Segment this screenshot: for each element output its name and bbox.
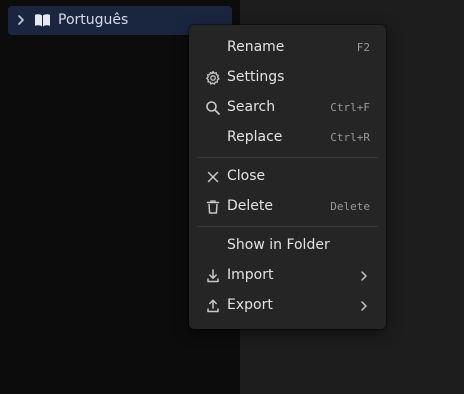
trash-icon [206, 200, 220, 214]
menu-item-label: Show in Folder [227, 237, 330, 253]
shortcut-label: Ctrl+F [330, 101, 370, 114]
gear-icon [206, 70, 220, 85]
menu-item-delete[interactable]: Delete Delete [193, 192, 382, 221]
menu-item-label: Search [227, 99, 276, 115]
menu-item-label: Export [227, 297, 273, 313]
tree-item-label: Português [58, 12, 129, 28]
menu-item-close[interactable]: Close [193, 162, 382, 191]
menu-item-label: Settings [227, 69, 285, 85]
menu-separator [197, 226, 378, 227]
app-window: Português Rename F2 Settings Search Ctrl… [0, 0, 464, 394]
menu-item-replace[interactable]: Replace Ctrl+R [193, 123, 382, 152]
menu-item-label: Close [227, 168, 266, 184]
chevron-right-icon [361, 301, 367, 311]
menu-item-settings[interactable]: Settings [193, 63, 382, 92]
menu-item-label: Rename [227, 39, 285, 55]
export-icon [207, 299, 219, 313]
book-open-icon [35, 14, 50, 27]
context-menu: Rename F2 Settings Search Ctrl+F Replace… [189, 25, 386, 329]
import-icon [207, 269, 219, 283]
menu-item-label: Delete [227, 198, 273, 214]
menu-item-rename[interactable]: Rename F2 [193, 33, 382, 62]
search-icon [206, 101, 220, 115]
menu-item-label: Replace [227, 129, 283, 145]
shortcut-label: Ctrl+R [330, 131, 370, 144]
chevron-right-icon [361, 271, 367, 281]
close-icon [207, 171, 219, 183]
menu-item-export[interactable]: Export [193, 291, 382, 320]
chevron-right-icon[interactable] [15, 14, 27, 26]
shortcut-label: F2 [356, 41, 370, 54]
menu-item-search[interactable]: Search Ctrl+F [193, 93, 382, 122]
menu-separator [197, 157, 378, 158]
menu-item-label: Import [227, 267, 274, 283]
shortcut-label: Delete [330, 200, 370, 213]
menu-item-show-in-folder[interactable]: Show in Folder [193, 231, 382, 260]
menu-item-import[interactable]: Import [193, 261, 382, 290]
